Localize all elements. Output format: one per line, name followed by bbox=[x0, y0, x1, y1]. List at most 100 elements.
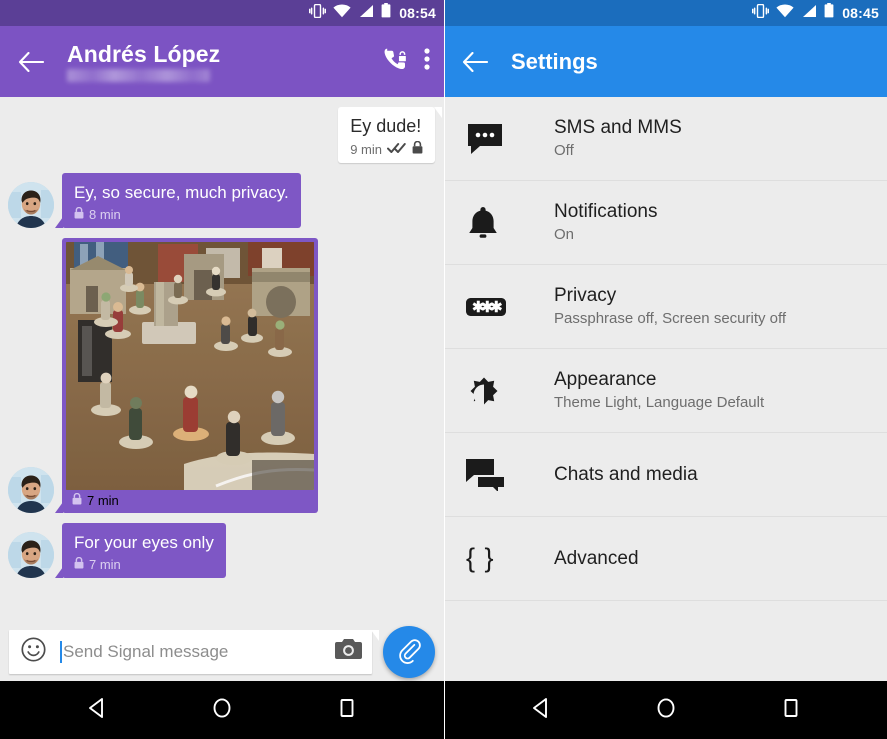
page-title: Settings bbox=[511, 48, 598, 74]
message-meta: 8 min bbox=[74, 206, 289, 222]
settings-item-texts: Chats and media bbox=[554, 463, 698, 487]
delivery-read-icon bbox=[387, 142, 407, 157]
secure-call-icon[interactable] bbox=[382, 46, 408, 77]
curly-braces-glyph: { } bbox=[466, 543, 495, 573]
settings-item-appearance[interactable]: Appearance Theme Light, Language Default bbox=[444, 349, 887, 433]
settings-item-texts: Notifications On bbox=[554, 200, 658, 245]
settings-item-texts: SMS and MMS Off bbox=[554, 116, 682, 161]
battery-icon bbox=[381, 3, 391, 23]
dual-screenshot: 08:54 Andrés López Ey dude! 9 min Ey, so… bbox=[0, 0, 887, 739]
status-bar-left: 08:54 bbox=[0, 0, 444, 26]
signal-conversation-panel: 08:54 Andrés López Ey dude! 9 min Ey, so… bbox=[0, 0, 444, 739]
message-bubble-image[interactable]: 7 min bbox=[55, 238, 318, 513]
message-bubble-incoming[interactable]: For your eyes only 7 min bbox=[55, 523, 226, 578]
settings-list: SMS and MMS Off Notifications On ✱ ✱ ✱ P… bbox=[444, 97, 887, 681]
emoji-smiley-icon[interactable] bbox=[21, 636, 46, 667]
android-recents-icon[interactable] bbox=[780, 697, 802, 724]
lock-icon bbox=[412, 140, 423, 157]
message-list[interactable]: Ey dude! 9 min Ey, so secure, much priva… bbox=[0, 97, 444, 622]
overflow-menu-icon[interactable] bbox=[424, 47, 430, 76]
settings-item-title: Advanced bbox=[554, 547, 639, 569]
passphrase-icon: ✱ ✱ ✱ bbox=[466, 296, 518, 318]
status-icons-right bbox=[752, 3, 834, 23]
bell-icon bbox=[466, 205, 518, 241]
back-button-right[interactable] bbox=[458, 45, 492, 79]
android-home-icon[interactable] bbox=[211, 697, 233, 724]
message-bubble-outgoing[interactable]: Ey dude! 9 min bbox=[338, 107, 442, 163]
avatar[interactable] bbox=[8, 182, 54, 228]
settings-item-subtitle: Theme Light, Language Default bbox=[554, 394, 765, 411]
compose-bar: Send Signal message bbox=[0, 622, 444, 681]
camera-icon[interactable] bbox=[335, 638, 362, 665]
settings-item-chats-and-media[interactable]: Chats and media bbox=[444, 433, 887, 517]
contact-subtitle-redacted bbox=[67, 69, 210, 82]
android-back-icon[interactable] bbox=[86, 697, 108, 724]
message-timestamp: 9 min bbox=[350, 141, 382, 157]
message-timestamp: 7 min bbox=[87, 493, 119, 508]
message-photo[interactable] bbox=[66, 242, 314, 490]
back-button-left[interactable] bbox=[14, 45, 48, 79]
message-row-incoming: For your eyes only 7 min bbox=[0, 523, 444, 578]
settings-item-title: Notifications bbox=[554, 201, 658, 222]
signal-icon bbox=[801, 4, 817, 23]
message-timestamp: 7 min bbox=[89, 557, 121, 572]
vibrate-icon bbox=[309, 3, 327, 23]
android-nav-bar-right bbox=[444, 681, 887, 739]
search-input[interactable]: Send Signal message bbox=[62, 642, 335, 662]
wifi-icon bbox=[333, 4, 351, 23]
message-bubble-incoming[interactable]: Ey, so secure, much privacy. 8 min bbox=[55, 173, 301, 228]
message-meta: 7 min bbox=[74, 556, 214, 572]
settings-item-sms-and-mms[interactable]: SMS and MMS Off bbox=[444, 97, 887, 181]
message-text: Ey, so secure, much privacy. bbox=[74, 183, 289, 202]
android-recents-icon[interactable] bbox=[336, 697, 358, 724]
settings-item-subtitle: Passphrase off, Screen security off bbox=[554, 310, 787, 327]
status-time-left: 08:54 bbox=[399, 5, 436, 21]
settings-item-title: SMS and MMS bbox=[554, 117, 682, 138]
settings-item-texts: Advanced bbox=[554, 547, 639, 571]
contact-name: Andrés López bbox=[67, 41, 221, 67]
android-back-icon[interactable] bbox=[530, 697, 552, 724]
message-text: For your eyes only bbox=[74, 533, 214, 552]
settings-titles: Settings bbox=[511, 49, 873, 75]
status-time-right: 08:45 bbox=[842, 5, 879, 21]
attach-button[interactable] bbox=[383, 625, 435, 678]
status-icons-left bbox=[309, 3, 391, 23]
curly-braces-icon: { } bbox=[466, 545, 518, 572]
message-row-incoming: Ey, so secure, much privacy. 8 min bbox=[0, 173, 444, 228]
lock-icon bbox=[74, 206, 84, 222]
settings-item-title: Chats and media bbox=[554, 463, 698, 485]
signal-settings-panel: 08:45 Settings SMS and MMS Off Notificat… bbox=[444, 0, 887, 739]
brightness-icon bbox=[466, 373, 518, 409]
message-timestamp: 8 min bbox=[89, 207, 121, 222]
conversation-actions bbox=[382, 46, 430, 77]
avatar[interactable] bbox=[8, 532, 54, 578]
android-home-icon[interactable] bbox=[655, 697, 677, 724]
vibrate-icon bbox=[752, 3, 770, 23]
settings-item-advanced[interactable]: { } Advanced bbox=[444, 517, 887, 601]
message-text: Ey dude! bbox=[350, 116, 422, 136]
settings-item-texts: Privacy Passphrase off, Screen security … bbox=[554, 284, 786, 329]
message-row-incoming-image: 7 min bbox=[0, 238, 444, 513]
status-bar-right: 08:45 bbox=[444, 0, 887, 26]
settings-item-privacy[interactable]: ✱ ✱ ✱ Privacy Passphrase off, Screen secur… bbox=[444, 265, 887, 349]
message-row-outgoing: Ey dude! 9 min bbox=[0, 107, 444, 163]
settings-app-bar: Settings bbox=[444, 26, 887, 97]
settings-item-subtitle: Off bbox=[554, 142, 574, 159]
settings-item-texts: Appearance Theme Light, Language Default bbox=[554, 368, 764, 413]
message-input-container[interactable]: Send Signal message bbox=[9, 629, 379, 674]
sms-bubble-icon bbox=[466, 122, 518, 156]
panel-divider bbox=[444, 0, 445, 739]
forum-icon bbox=[466, 458, 518, 491]
lock-icon bbox=[74, 556, 84, 572]
message-meta: 9 min bbox=[350, 140, 423, 157]
settings-item-subtitle: On bbox=[554, 226, 575, 243]
lock-icon bbox=[72, 492, 82, 508]
svg-text:✱: ✱ bbox=[490, 299, 503, 316]
avatar[interactable] bbox=[8, 467, 54, 513]
conversation-app-bar: Andrés López bbox=[0, 26, 444, 97]
settings-item-notifications[interactable]: Notifications On bbox=[444, 181, 887, 265]
settings-item-title: Appearance bbox=[554, 369, 657, 390]
message-meta: 7 min bbox=[66, 490, 314, 513]
android-nav-bar-left bbox=[0, 681, 444, 739]
signal-icon bbox=[358, 4, 374, 23]
